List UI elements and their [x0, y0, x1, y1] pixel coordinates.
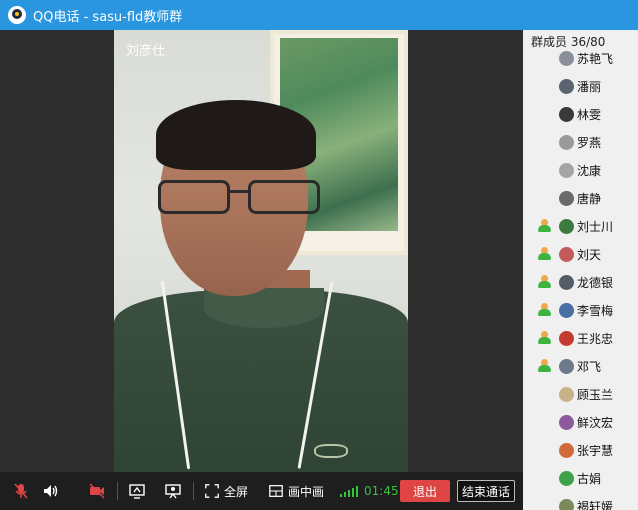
- member-row[interactable]: 鲜汶宏: [523, 408, 638, 436]
- member-name: 沈康: [577, 163, 602, 178]
- member-name: 苏艳飞: [577, 51, 614, 66]
- avatar: [559, 162, 574, 178]
- avatar: [559, 498, 574, 510]
- fullscreen-button[interactable]: 全屏: [204, 481, 248, 501]
- user-speaking-icon: [537, 275, 551, 289]
- avatar: [559, 302, 574, 318]
- member-row[interactable]: 沈康: [523, 156, 638, 184]
- avatar: [559, 330, 574, 346]
- member-row[interactable]: 刘士川: [523, 212, 638, 240]
- user-speaking-icon: [537, 219, 551, 233]
- user-speaking-icon: [537, 331, 551, 345]
- member-row[interactable]: 张宇慧: [523, 436, 638, 464]
- member-name: 唐静: [577, 191, 602, 206]
- fullscreen-label: 全屏: [224, 484, 249, 499]
- member-row[interactable]: 褐轩媛: [523, 492, 638, 510]
- member-name: 龙德银: [577, 275, 614, 290]
- speaker-button[interactable]: [42, 481, 60, 501]
- avatar: [559, 274, 574, 290]
- user-speaking-icon: [537, 303, 551, 317]
- avatar: [559, 386, 574, 402]
- presentation-icon: [165, 484, 181, 499]
- member-row[interactable]: 苏艳飞: [523, 44, 638, 72]
- member-name: 林雯: [577, 107, 602, 122]
- picture-in-picture-icon: [269, 485, 283, 497]
- member-row[interactable]: 刘天: [523, 240, 638, 268]
- avatar: [559, 414, 574, 430]
- member-row[interactable]: 顾玉兰: [523, 380, 638, 408]
- glasses: [158, 180, 324, 220]
- member-name: 鲜汶宏: [577, 415, 614, 430]
- mic-toggle-button[interactable]: [12, 481, 30, 501]
- exit-button[interactable]: 退出: [400, 480, 450, 502]
- speaker-icon: [44, 485, 58, 497]
- title-bar: QQ电话 - sasu-fld教师群: [0, 0, 638, 30]
- member-row[interactable]: 唐静: [523, 184, 638, 212]
- member-name: 顾玉兰: [577, 387, 614, 402]
- share-screen-icon: [129, 484, 145, 499]
- member-name: 张宇慧: [577, 443, 614, 458]
- fullscreen-icon: [205, 484, 219, 498]
- present-button[interactable]: [164, 481, 182, 501]
- avatar: [559, 78, 574, 94]
- call-status: 01:45: [340, 481, 399, 501]
- members-panel[interactable]: 群成员 36/80 苏艳飞 潘丽 林雯 罗燕 沈康 唐静 刘士川 刘天 龙德银 李雪梅 王兆忠 邓飞顾…: [523, 30, 638, 510]
- member-name: 潘丽: [577, 79, 602, 94]
- member-name: 李雪梅: [577, 303, 614, 318]
- member-row[interactable]: 潘丽: [523, 72, 638, 100]
- avatar: [559, 358, 574, 374]
- share-screen-button[interactable]: [128, 481, 146, 501]
- user-speaking-icon: [537, 247, 551, 261]
- signal-strength-icon: [340, 485, 358, 497]
- call-toolbar: 全屏 画中画 01:45 退出 结束通话: [0, 472, 523, 510]
- member-row[interactable]: 林雯: [523, 100, 638, 128]
- member-name: 王兆忠: [577, 331, 614, 346]
- picture-in-picture-button[interactable]: 画中画: [268, 481, 324, 501]
- qq-call-window: QQ电话 - sasu-fld教师群 刘彦仕 群成员 36/80 苏艳飞 潘丽 林雯…: [0, 0, 638, 510]
- camera-off-icon: [89, 483, 105, 499]
- camera-toggle-button[interactable]: [88, 481, 106, 501]
- video-feed[interactable]: [114, 30, 408, 472]
- avatar: [559, 442, 574, 458]
- member-row[interactable]: 李雪梅: [523, 296, 638, 324]
- avatar: [559, 50, 574, 66]
- caller-name: 刘彦仕: [126, 44, 166, 59]
- avatar: [559, 246, 574, 262]
- call-duration: 01:45: [364, 484, 399, 498]
- avatar: [559, 134, 574, 150]
- member-row[interactable]: 罗燕: [523, 128, 638, 156]
- member-name: 古娟: [577, 471, 602, 486]
- member-row[interactable]: 邓飞: [523, 352, 638, 380]
- pip-label: 画中画: [288, 484, 325, 499]
- member-name: 邓飞: [577, 359, 602, 374]
- avatar: [559, 470, 574, 486]
- member-name: 褐轩媛: [577, 499, 614, 510]
- avatar: [559, 106, 574, 122]
- member-row[interactable]: 王兆忠: [523, 324, 638, 352]
- avatar: [559, 190, 574, 206]
- member-row[interactable]: 龙德银: [523, 268, 638, 296]
- member-name: 罗燕: [577, 135, 602, 150]
- qq-logo-icon: [8, 6, 26, 24]
- mic-muted-icon: [14, 483, 28, 499]
- video-area: 刘彦仕: [0, 30, 523, 472]
- member-name: 刘天: [577, 247, 602, 262]
- avatar: [559, 218, 574, 234]
- window-title: QQ电话 - sasu-fld教师群: [33, 9, 183, 25]
- user-speaking-icon: [537, 359, 551, 373]
- end-call-button[interactable]: 结束通话: [457, 480, 515, 502]
- member-name: 刘士川: [577, 219, 614, 234]
- member-row[interactable]: 古娟: [523, 464, 638, 492]
